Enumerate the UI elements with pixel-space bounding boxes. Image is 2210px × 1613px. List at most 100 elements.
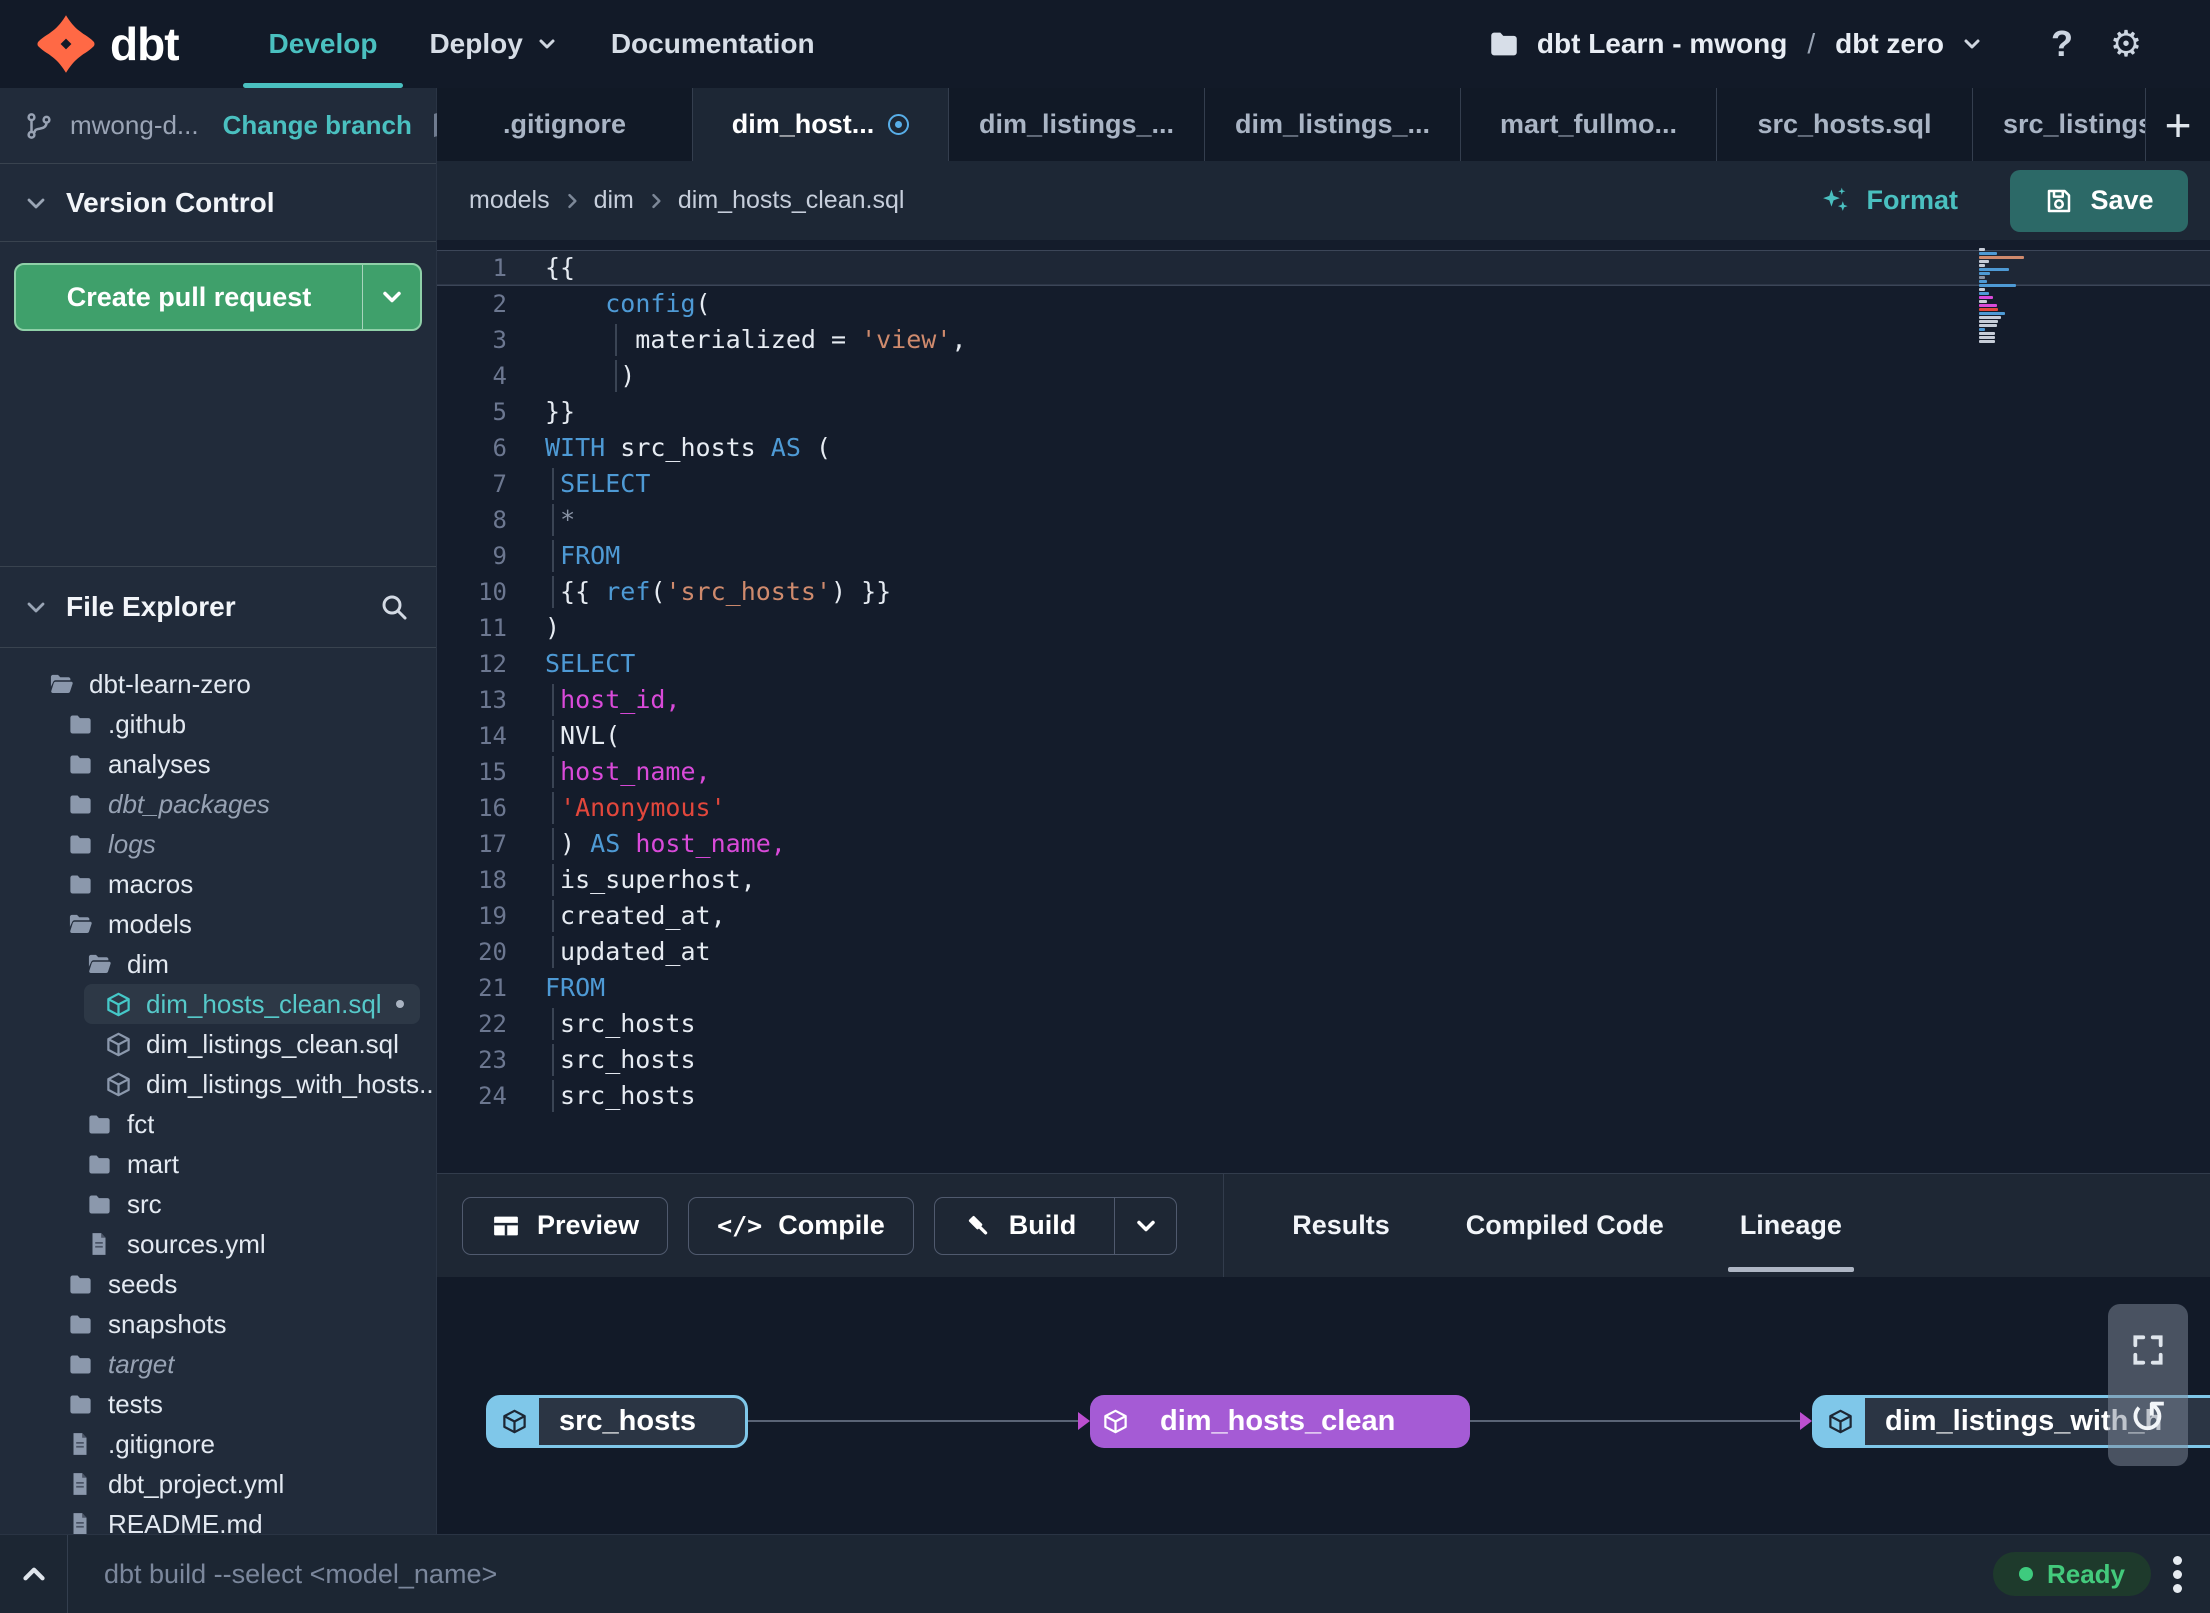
- create-pull-request-button[interactable]: Create pull request: [14, 263, 422, 331]
- code-line-4: 4 ): [437, 358, 2210, 394]
- version-control-header[interactable]: Version Control: [0, 164, 436, 242]
- code-line-23: 23 src_hosts: [437, 1042, 2210, 1078]
- code-editor[interactable]: 1{{2 config(3 materialized = 'view', 4 ) 5…: [437, 240, 2210, 1173]
- tree-item-macros[interactable]: macros: [0, 864, 436, 904]
- save-button[interactable]: Save: [2010, 169, 2188, 232]
- tree-item-label: .github: [108, 708, 187, 739]
- nav-develop[interactable]: Develop: [242, 0, 404, 88]
- preview-table-icon: [491, 1211, 521, 1241]
- tab-dim-listings[interactable]: dim_listings_...: [1205, 88, 1461, 161]
- lineage-arrowhead-icon: [1078, 1412, 1090, 1430]
- tree-item-target[interactable]: target: [0, 1344, 436, 1384]
- tree-item-src[interactable]: src: [0, 1184, 436, 1224]
- code-line-content: {{ ref('src_hosts') }}: [545, 577, 892, 606]
- project-switcher[interactable]: dbt Learn - mwong / dbt zero: [1487, 0, 1984, 88]
- lineage-canvas[interactable]: ↺ src_hosts dim_hosts_clean dim_listings_w…: [437, 1277, 2210, 1534]
- tree-item-seeds[interactable]: seeds: [0, 1264, 436, 1304]
- tab-src-hosts-sql[interactable]: src_hosts.sql: [1717, 88, 1973, 161]
- search-icon[interactable]: [378, 591, 410, 623]
- help-button[interactable]: ?: [2040, 0, 2084, 88]
- pull-request-dropdown-button[interactable]: [362, 265, 420, 329]
- tree-item-label: tests: [108, 1388, 163, 1419]
- minimap-line: [1979, 316, 2002, 319]
- refresh-icon[interactable]: ↺: [2129, 1394, 2168, 1440]
- breadcrumb-item-dim-hosts-clean-sql[interactable]: dim_hosts_clean.sql: [678, 186, 905, 215]
- expand-command-bar-button[interactable]: [0, 1535, 68, 1613]
- tree-item-sources-yml[interactable]: sources.yml: [0, 1224, 436, 1264]
- kebab-menu-icon[interactable]: [2173, 1555, 2182, 1593]
- breadcrumb-item-dim[interactable]: dim: [594, 186, 634, 215]
- tab-mart-fullmo[interactable]: mart_fullmo...: [1461, 88, 1717, 161]
- code-line-5: 5}}: [437, 394, 2210, 430]
- nav-deploy[interactable]: Deploy: [403, 0, 584, 88]
- folder-icon: [67, 1271, 94, 1298]
- tree-item-tests[interactable]: tests: [0, 1384, 436, 1424]
- compile-button[interactable]: </> Compile: [688, 1196, 914, 1255]
- tree-item-dim-listings-clean-sql[interactable]: dim_listings_clean.sql: [0, 1024, 436, 1064]
- indent-guide: [552, 720, 554, 752]
- new-tab-button[interactable]: +: [2146, 88, 2210, 161]
- line-number: 3: [492, 326, 507, 354]
- tree-item-mart[interactable]: mart: [0, 1144, 436, 1184]
- tree-item-dbt-project-yml[interactable]: dbt_project.yml: [0, 1464, 436, 1504]
- tab-results[interactable]: Results: [1254, 1174, 1428, 1277]
- build-dropdown-button[interactable]: [1114, 1197, 1176, 1254]
- nav-deploy-label: Deploy: [429, 28, 523, 59]
- tree-item-dim-listings-with-hosts[interactable]: dim_listings_with_hosts...: [0, 1064, 436, 1104]
- tree-item-fct[interactable]: fct: [0, 1104, 436, 1144]
- tree-item-label: dbt_packages: [108, 788, 270, 819]
- tree-item-label: sources.yml: [127, 1228, 266, 1259]
- file-icon: [67, 1471, 94, 1498]
- tree-item-models[interactable]: models: [0, 904, 436, 944]
- tree-item-github[interactable]: .github: [0, 704, 436, 744]
- tree-item-dbt-packages[interactable]: dbt_packages: [0, 784, 436, 824]
- file-explorer-header[interactable]: File Explorer: [0, 566, 436, 648]
- chevron-right-icon: [562, 191, 582, 211]
- tree-item-logs[interactable]: logs: [0, 824, 436, 864]
- tree-item-label: src: [127, 1188, 162, 1219]
- nav-documentation[interactable]: Documentation: [585, 0, 841, 88]
- tab-src-listings[interactable]: src_listings.: [1973, 88, 2146, 161]
- code-line-content: ) AS host_name,: [545, 829, 786, 858]
- tab-compiled-code[interactable]: Compiled Code: [1428, 1174, 1702, 1277]
- tree-item-label: mart: [127, 1148, 179, 1179]
- format-button[interactable]: Format: [1818, 184, 1958, 218]
- code-line-7: 7 SELECT: [437, 466, 2210, 502]
- top-nav: dbt Develop Deploy Documentation dbt Lea…: [0, 0, 2210, 88]
- settings-gear-icon[interactable]: ⚙: [2102, 0, 2150, 88]
- minimap-line: [1979, 256, 2024, 259]
- tree-item-label: dim_listings_with_hosts...: [146, 1068, 436, 1099]
- tree-item-dbt-learn-zero[interactable]: dbt-learn-zero: [0, 664, 436, 704]
- dbt-brand[interactable]: dbt: [36, 0, 180, 88]
- tree-item-analyses[interactable]: analyses: [0, 744, 436, 784]
- folder-icon: [67, 871, 94, 898]
- lineage-node-src-hosts[interactable]: src_hosts: [486, 1395, 748, 1448]
- tree-item-gitignore[interactable]: .gitignore: [0, 1424, 436, 1464]
- breadcrumb-item-models[interactable]: models: [469, 186, 550, 215]
- tree-item-readme-md[interactable]: README.md: [0, 1504, 436, 1534]
- preview-button[interactable]: Preview: [462, 1196, 669, 1255]
- tab-dim-host[interactable]: dim_host...: [693, 88, 949, 161]
- folder-icon: [67, 711, 94, 738]
- fullscreen-icon[interactable]: [2129, 1331, 2167, 1369]
- tab-dim-listings[interactable]: dim_listings_...: [949, 88, 1205, 161]
- build-button[interactable]: Build: [933, 1196, 1178, 1255]
- tree-item-snapshots[interactable]: snapshots: [0, 1304, 436, 1344]
- tree-item-dim[interactable]: dim: [0, 944, 436, 984]
- tree-item-label: dim_hosts_clean.sql: [146, 988, 382, 1019]
- tree-item-dim-hosts-clean-sql[interactable]: dim_hosts_clean.sql: [84, 984, 420, 1024]
- command-input[interactable]: dbt build --select <model_name>: [104, 1559, 497, 1590]
- model-cube-icon: [489, 1398, 539, 1445]
- minimap-line: [1979, 320, 1999, 323]
- model-cube-icon: [105, 1031, 132, 1058]
- indent-guide: [552, 864, 554, 896]
- line-number: 5: [492, 398, 507, 426]
- file-tab-strip: .gitignore dim_host... dim_listings_... dim…: [437, 88, 2210, 161]
- tab-lineage[interactable]: Lineage: [1702, 1174, 1880, 1277]
- editor-minimap[interactable]: [1979, 248, 2037, 343]
- change-branch-link[interactable]: Change branch: [223, 110, 412, 141]
- tab-gitignore[interactable]: .gitignore: [437, 88, 693, 161]
- lineage-node-dim-hosts-clean[interactable]: dim_hosts_clean: [1090, 1395, 1470, 1448]
- tree-item-label: seeds: [108, 1268, 178, 1299]
- code-line-17: 17 ) AS host_name,: [437, 826, 2210, 862]
